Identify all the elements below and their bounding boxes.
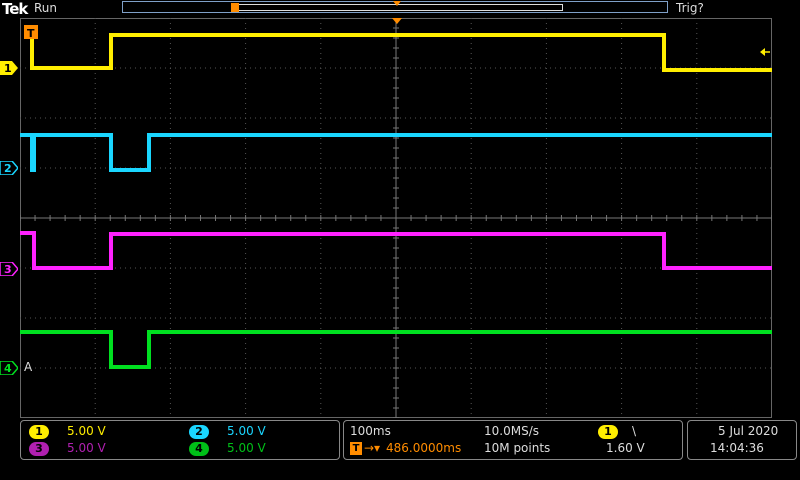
record-center-icon <box>393 1 401 6</box>
trigger-source-badge[interactable]: 1 <box>598 425 618 439</box>
time-readout: 14:04:36 <box>710 441 764 455</box>
ch1-scale: 5.00 V <box>67 424 106 438</box>
date-readout: 5 Jul 2020 <box>718 424 779 438</box>
record-view-bar[interactable] <box>122 1 668 13</box>
ch1-badge[interactable]: 1 <box>29 425 49 439</box>
ch4-badge[interactable]: 4 <box>189 442 209 456</box>
svg-text:4: 4 <box>4 362 12 375</box>
timebase-trigger-panel[interactable]: 100ms 10.0MS/s 1 \ T →▾ 486.0000ms 10M p… <box>343 420 683 460</box>
svg-text:T: T <box>27 27 35 40</box>
ch3-marker[interactable]: 3 <box>0 261 19 277</box>
brand-logo: Tek <box>2 0 28 18</box>
trigger-status: Trig? <box>676 1 704 15</box>
svg-text:1: 1 <box>4 62 12 75</box>
status-bar: 1 5.00 V 2 5.00 V 3 5.00 V 4 5.00 V 100m… <box>0 418 800 480</box>
ch4-marker[interactable]: 4 <box>0 360 19 376</box>
ch3-scale: 5.00 V <box>67 441 106 455</box>
delay-arrow-icon: →▾ <box>364 441 381 455</box>
trigger-position-icon <box>231 3 239 12</box>
ch4-suffix-label: A <box>24 360 33 374</box>
svg-text:3: 3 <box>4 263 12 276</box>
ch1-waveform <box>30 29 772 72</box>
top-bar: Tek Run Trig? <box>0 0 800 18</box>
sample-rate: 10.0MS/s <box>484 424 539 438</box>
timebase-scale: 100ms <box>350 424 391 438</box>
ch1-marker[interactable]: 1 <box>0 60 18 75</box>
trigger-t-marker[interactable]: T <box>24 25 38 40</box>
graticule <box>20 18 772 418</box>
ch2-badge[interactable]: 2 <box>189 425 209 439</box>
ch2-marker[interactable]: 2 <box>0 160 19 176</box>
delay-icon: T <box>350 442 362 455</box>
channel-readout-panel[interactable]: 1 5.00 V 2 5.00 V 3 5.00 V 4 5.00 V <box>20 420 340 460</box>
date-time-panel[interactable]: 5 Jul 2020 14:04:36 <box>687 420 797 460</box>
ch2-scale: 5.00 V <box>227 424 266 438</box>
waveform-display[interactable]: T <box>20 18 772 418</box>
ch3-badge[interactable]: 3 <box>29 442 49 456</box>
acquisition-state[interactable]: Run <box>34 1 57 15</box>
trigger-level-arrow-icon[interactable] <box>760 48 770 56</box>
falling-edge-icon: \ <box>632 424 637 438</box>
svg-text:2: 2 <box>4 162 12 175</box>
ch4-scale: 5.00 V <box>227 441 266 455</box>
trigger-center-marker-icon <box>392 18 402 24</box>
record-length: 10M points <box>484 441 551 455</box>
horizontal-delay: 486.0000ms <box>386 441 462 455</box>
trigger-level: 1.60 V <box>606 441 645 455</box>
